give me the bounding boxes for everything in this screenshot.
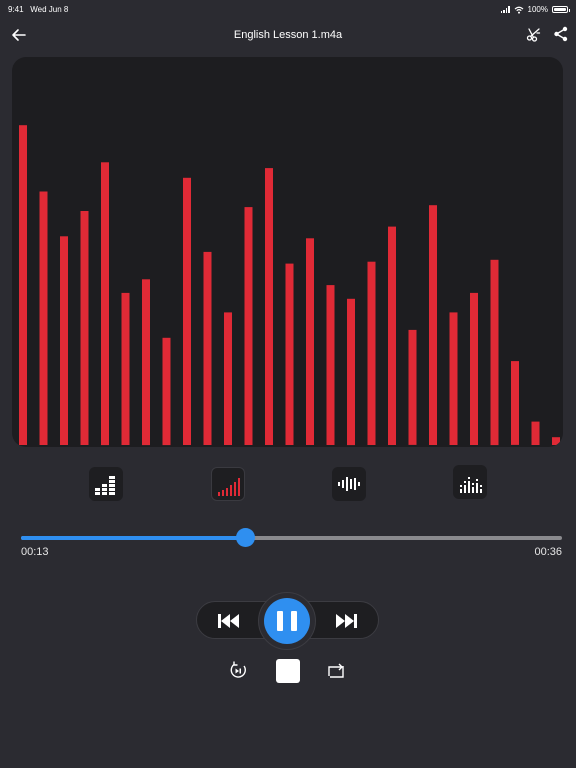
navigation-bar: English Lesson 1.m4a bbox=[0, 22, 576, 50]
pause-button[interactable] bbox=[264, 598, 310, 644]
progress-fill bbox=[21, 536, 246, 540]
battery-icon bbox=[552, 6, 570, 13]
visualizer-mode-selector bbox=[0, 465, 576, 501]
visualizer-bar bbox=[19, 125, 27, 445]
rising-bars-icon bbox=[218, 478, 240, 496]
visualizer-bar bbox=[265, 168, 273, 445]
wifi-icon bbox=[514, 6, 523, 14]
mode-wave-button[interactable] bbox=[332, 467, 366, 501]
visualizer-bar bbox=[142, 279, 150, 446]
visualizer-bar bbox=[121, 292, 130, 445]
visualizer-bar bbox=[244, 207, 253, 445]
visualizer-bar bbox=[39, 191, 48, 445]
visualizer-bar bbox=[449, 312, 458, 445]
cellular-signal-icon bbox=[500, 6, 510, 13]
visualizer-bar bbox=[60, 236, 68, 445]
dotted-spectrum-icon bbox=[460, 477, 482, 493]
status-indicators: 100% bbox=[500, 5, 570, 14]
mode-blocks-button[interactable] bbox=[89, 467, 123, 501]
status-time: 9:41 bbox=[8, 5, 24, 14]
skip-forward-icon[interactable] bbox=[333, 611, 359, 631]
equalizer-blocks-icon bbox=[95, 476, 115, 495]
battery-percent: 100% bbox=[527, 5, 548, 14]
stop-button[interactable] bbox=[276, 659, 300, 683]
status-bar: 9:41 Wed Jun 8 100% bbox=[0, 0, 576, 18]
rewind-circle-icon[interactable] bbox=[227, 660, 249, 682]
status-time-date: 9:41 Wed Jun 8 bbox=[8, 5, 68, 14]
visualizer-bar bbox=[306, 238, 314, 445]
visualizer-bar bbox=[531, 421, 540, 445]
visualizer-bar bbox=[224, 312, 232, 445]
visualizer-bar bbox=[80, 211, 89, 445]
progress-thumb[interactable] bbox=[236, 528, 255, 547]
visualizer-bar bbox=[388, 226, 396, 445]
visualizer-bar bbox=[162, 337, 171, 446]
visualizer-bar bbox=[347, 298, 355, 446]
visualizer-bar bbox=[285, 263, 294, 445]
playback-progress-slider[interactable] bbox=[21, 528, 562, 547]
visualizer-bars bbox=[19, 125, 560, 446]
total-time: 00:36 bbox=[534, 546, 562, 558]
visualizer-bar bbox=[326, 285, 335, 445]
visualizer-bar bbox=[490, 259, 499, 446]
skip-back-icon[interactable] bbox=[216, 611, 242, 631]
share-icon[interactable] bbox=[552, 25, 570, 43]
waveform-icon bbox=[338, 477, 360, 491]
visualizer-bar bbox=[408, 329, 417, 445]
visualizer-bar bbox=[101, 162, 109, 446]
current-time: 00:13 bbox=[21, 546, 49, 558]
scissors-icon[interactable] bbox=[525, 25, 543, 43]
visualizer-bar bbox=[429, 205, 437, 445]
visualizer-bar bbox=[183, 177, 191, 446]
audio-visualizer bbox=[12, 57, 563, 447]
visualizer-bar bbox=[511, 361, 519, 445]
visualizer-bar bbox=[203, 251, 212, 445]
visualizer-bar bbox=[367, 261, 376, 445]
mode-bars-button[interactable] bbox=[211, 467, 245, 501]
page-title: English Lesson 1.m4a bbox=[233, 29, 343, 41]
mode-dots-button[interactable] bbox=[453, 465, 487, 499]
status-date: Wed Jun 8 bbox=[30, 5, 69, 14]
visualizer-bar bbox=[470, 292, 478, 445]
repeat-icon[interactable] bbox=[325, 660, 347, 682]
visualizer-bar bbox=[552, 437, 560, 445]
